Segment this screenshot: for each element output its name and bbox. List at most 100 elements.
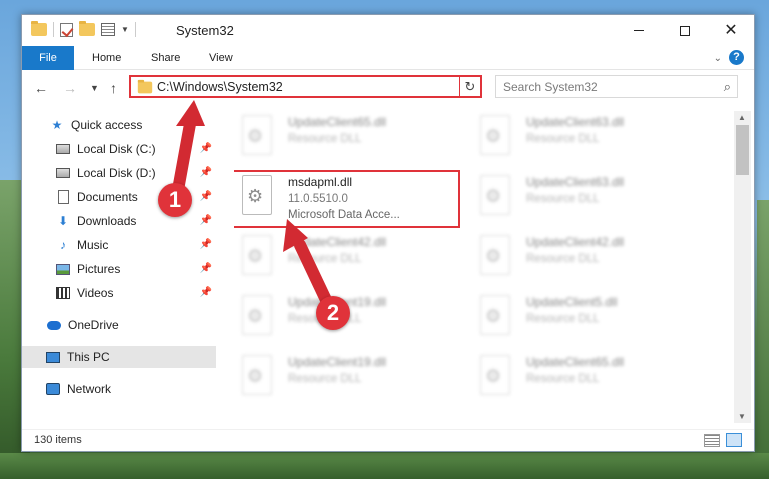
sidebar-item-downloads[interactable]: ⬇ Downloads 📌 [22,210,216,232]
step-1-badge: 1 [158,183,192,217]
back-arrow-icon[interactable]: ← [34,80,48,96]
sidebar-item-this-pc[interactable]: This PC [22,346,216,368]
sidebar-item-videos[interactable]: Videos 📌 [22,282,216,304]
quick-access-toolbar: ▼ [31,21,136,37]
up-arrow-icon[interactable]: ↑ [110,80,117,96]
sidebar-item-label: OneDrive [68,318,119,332]
pin-icon[interactable]: 📌 [200,239,212,250]
dll-file-icon [480,295,510,335]
file-type: Resource DLL [526,373,600,385]
forward-arrow-icon[interactable]: → [63,80,77,96]
expand-ribbon-icon[interactable]: ⌄ [714,53,722,64]
title-bar: ▼ System32 ✕ [22,15,754,46]
new-folder-icon[interactable] [79,21,95,36]
scroll-up-icon[interactable]: ▲ [738,113,746,122]
file-name: UpdateClient19.dll [288,355,387,369]
file-item[interactable]: UpdateClient42.dll Resource DLL [472,231,697,285]
scroll-down-icon[interactable]: ▼ [738,412,746,421]
sidebar-item-label: Downloads [77,214,137,228]
toolbar-divider [134,22,136,37]
toolbar-divider [53,22,54,37]
navigation-bar: ← → ▼ ↑ C:\Windows\System32 ⌄ ↻ Search S… [22,71,754,103]
drive-icon [56,142,70,156]
sidebar-item-label: Music [77,238,109,252]
maximize-button[interactable] [662,15,708,46]
refresh-button[interactable]: ↻ [459,75,482,98]
pin-icon[interactable]: 📌 [200,143,212,154]
computer-icon [46,350,60,364]
music-icon: ♪ [60,238,66,252]
sidebar-item-local-disk-c[interactable]: Local Disk (C:) 📌 [22,138,216,160]
sidebar-item-label: Local Disk (D:) [77,166,156,180]
status-bar: 130 items [22,429,754,451]
dll-file-icon [480,235,510,275]
folder-icon [137,79,153,94]
sidebar-item-label: This PC [67,350,110,364]
explorer-window: ▼ System32 ✕ File Home Share View ⌄ ? ← … [21,14,755,452]
pin-icon[interactable]: 📌 [200,263,212,274]
file-item[interactable]: UpdateClient65.dll Resource DLL [234,111,459,165]
search-box[interactable]: Search System32 ⌕ [495,75,738,98]
network-icon [46,382,60,396]
pictures-icon [56,262,70,276]
properties-check-icon[interactable] [60,22,73,37]
dll-file-icon [242,355,272,395]
file-type: Resource DLL [526,133,600,145]
pin-icon[interactable]: 📌 [200,287,212,298]
tab-view[interactable]: View [209,46,233,70]
file-item[interactable]: UpdateClient19.dll Resource DLL [234,351,459,405]
file-item[interactable]: UpdateClient42.dll Resource DLL [234,231,459,285]
search-input[interactable]: Search System32 [503,80,598,94]
large-icons-view-icon[interactable] [726,433,742,447]
file-name: UpdateClient42.dll [288,235,387,249]
star-icon: ★ [51,118,63,132]
properties-icon[interactable] [101,23,115,36]
sidebar-item-local-disk-d[interactable]: Local Disk (D:) 📌 [22,162,216,184]
sidebar-item-quick-access[interactable]: ★ Quick access [22,114,216,136]
tab-home[interactable]: Home [92,46,121,70]
scroll-thumb[interactable] [736,125,749,175]
tab-share[interactable]: Share [151,46,180,70]
close-button[interactable]: ✕ [708,15,754,46]
sidebar-item-music[interactable]: ♪ Music 📌 [22,234,216,256]
minimize-button[interactable] [616,15,662,46]
address-bar[interactable]: C:\Windows\System32 ⌄ [129,75,481,98]
search-icon[interactable]: ⌕ [724,79,731,95]
dll-file-icon [242,235,272,275]
pin-icon[interactable]: 📌 [200,215,212,226]
vertical-scrollbar[interactable]: ▲ ▼ [734,111,751,423]
sidebar-item-network[interactable]: Network [22,378,216,400]
file-item[interactable]: UpdateClient63.dll Resource DLL [472,111,697,165]
step-2-badge: 2 [316,296,350,330]
window-title: System32 [176,23,234,38]
sidebar-item-pictures[interactable]: Pictures 📌 [22,258,216,280]
pin-icon[interactable]: 📌 [200,191,212,202]
file-item[interactable]: UpdateClient63.dll Resource DLL [472,171,697,225]
maximize-icon [680,25,690,36]
help-icon[interactable]: ? [729,50,744,65]
file-item[interactable]: UpdateClient5.dll Resource DLL [472,291,697,345]
minimize-icon [634,30,644,31]
customize-dropdown-icon[interactable]: ▼ [121,25,129,34]
sidebar-item-onedrive[interactable]: OneDrive [22,314,216,336]
download-icon: ⬇ [57,214,69,228]
pin-icon[interactable]: 📌 [200,167,212,178]
dll-file-icon [480,355,510,395]
address-path[interactable]: C:\Windows\System32 [157,80,283,94]
cloud-icon [47,318,61,332]
file-type: Resource DLL [288,373,362,385]
video-icon [56,286,70,300]
file-name: UpdateClient63.dll [526,115,625,129]
highlight-box [234,170,460,228]
details-view-icon[interactable] [704,434,720,447]
item-count: 130 items [34,434,82,446]
file-type: Resource DLL [288,253,362,265]
sidebar-item-label: Quick access [71,118,143,132]
refresh-icon: ↻ [464,79,476,94]
sidebar-item-label: Network [67,382,112,396]
tab-file[interactable]: File [22,46,74,70]
dll-file-icon [242,115,272,155]
file-item[interactable]: UpdateClient65.dll Resource DLL [472,351,697,405]
dll-file-icon [480,175,510,215]
recent-locations-icon[interactable]: ▼ [90,83,99,93]
